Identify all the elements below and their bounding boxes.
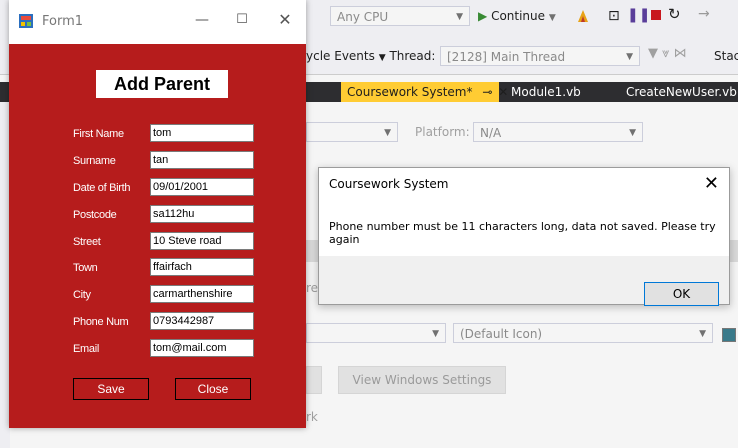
minimize-button[interactable]: — bbox=[192, 10, 212, 30]
tab-coursework-system[interactable]: Coursework System* ⊸ ✕ bbox=[341, 82, 508, 102]
chevron-down-icon: ▼ bbox=[626, 52, 633, 62]
street-label: Street bbox=[73, 236, 101, 248]
icon-combo[interactable]: (Default Icon) ▼ bbox=[453, 323, 713, 343]
maximize-button[interactable]: ☐ bbox=[232, 10, 252, 30]
chevron-down-icon: ▼ bbox=[384, 128, 391, 138]
page-title: Add Parent bbox=[96, 70, 228, 98]
town-label: Town bbox=[73, 262, 98, 274]
postcode-label: Postcode bbox=[73, 209, 117, 221]
pause-icon[interactable]: ❚❚ bbox=[627, 7, 650, 23]
chevron-down-icon: ▼ bbox=[456, 12, 463, 22]
continue-label: Continue bbox=[491, 9, 546, 23]
phone-number-field[interactable]: 0793442987 bbox=[150, 312, 254, 330]
postcode-field[interactable]: sa112hu bbox=[150, 205, 254, 223]
chevron-down-icon: ▼ bbox=[629, 128, 636, 138]
tab-module1[interactable]: Module1.vb bbox=[505, 82, 605, 102]
cpu-combo-value: Any CPU bbox=[337, 10, 389, 24]
chevron-down-icon: ▼ bbox=[699, 329, 706, 339]
solution-platform-combo[interactable]: Any CPU ▼ bbox=[330, 6, 470, 26]
first-name-field[interactable]: tom bbox=[150, 124, 254, 142]
view-windows-settings-button[interactable]: View Windows Settings bbox=[338, 366, 506, 394]
chevron-down-icon: ▼ bbox=[378, 53, 386, 63]
icon-combo-value: (Default Icon) bbox=[460, 327, 543, 341]
tab-createnewuser[interactable]: CreateNewUser.vb [D bbox=[620, 82, 738, 102]
chevron-down-icon: ▼ bbox=[432, 329, 439, 339]
platform-label: Platform: bbox=[415, 125, 470, 139]
close-window-button[interactable]: ✕ bbox=[275, 10, 295, 30]
first-name-label: First Name bbox=[73, 128, 124, 140]
street-field[interactable]: 10 Steve road bbox=[150, 232, 254, 250]
restart-icon[interactable]: ↻ bbox=[668, 5, 681, 23]
form1-window: Form1 — ☐ ✕ Add Parent First Name tom Su… bbox=[9, 0, 306, 428]
lifecycle-label: ycle Events bbox=[306, 49, 375, 63]
message-box-title: Coursework System bbox=[329, 177, 449, 191]
message-box-dialog: Coursework System ✕ Phone number must be… bbox=[318, 167, 730, 306]
app-icon-preview bbox=[722, 328, 736, 342]
form1-title: Form1 bbox=[42, 14, 84, 29]
close-button[interactable]: Close bbox=[175, 378, 251, 400]
step-arrow-icon[interactable]: → bbox=[698, 6, 710, 22]
message-text: Phone number must be 11 characters long,… bbox=[329, 220, 716, 246]
tab-label: Coursework System* bbox=[347, 85, 473, 99]
thread-label: Thread: bbox=[389, 49, 436, 63]
close-icon[interactable]: ✕ bbox=[704, 173, 719, 194]
chevron-down-icon: ▼ bbox=[548, 13, 556, 23]
city-label: City bbox=[73, 289, 91, 301]
stack-frame-label: Stac bbox=[714, 49, 738, 63]
play-icon: ▶ bbox=[478, 9, 488, 23]
partial-label-rk: rk bbox=[306, 410, 318, 424]
surname-label: Surname bbox=[73, 155, 116, 167]
date-of-birth-field[interactable]: 09/01/2001 bbox=[150, 178, 254, 196]
city-field[interactable]: carmarthenshire bbox=[150, 285, 254, 303]
configuration-combo[interactable]: ▼ bbox=[306, 122, 398, 142]
lifecycle-events-dropdown[interactable]: ycle Events ▼ Thread: bbox=[306, 49, 435, 63]
message-box-body: Phone number must be 11 characters long,… bbox=[319, 200, 729, 256]
email-label: Email bbox=[73, 343, 100, 355]
pin-icon[interactable]: ⊸ bbox=[482, 85, 492, 99]
thread-combo-value: [2128] Main Thread bbox=[447, 50, 566, 64]
surname-field[interactable]: tan bbox=[150, 151, 254, 169]
ok-button[interactable]: OK bbox=[644, 282, 719, 306]
form1-titlebar[interactable]: Form1 — ☐ ✕ bbox=[9, 0, 306, 44]
town-field[interactable]: ffairfach bbox=[150, 258, 254, 276]
platform-combo[interactable]: N/A ▼ bbox=[473, 122, 643, 142]
partial-button[interactable] bbox=[306, 366, 322, 394]
screenshot-icon[interactable]: ⊡ bbox=[608, 8, 620, 24]
thread-combo[interactable]: [2128] Main Thread ▼ bbox=[440, 46, 640, 66]
startup-form-combo[interactable]: ▼ bbox=[306, 323, 446, 343]
tab-label: CreateNewUser.vb [D bbox=[626, 85, 738, 99]
stop-icon[interactable] bbox=[651, 10, 661, 20]
flame-icon bbox=[578, 10, 588, 22]
partial-label-re: re bbox=[306, 281, 319, 295]
filter-icon[interactable]: ▼ ⩔ ⋈ bbox=[648, 46, 687, 61]
date-of-birth-label: Date of Birth bbox=[73, 182, 131, 194]
continue-button[interactable]: ▶ Continue ▼ bbox=[478, 9, 556, 23]
platform-combo-value: N/A bbox=[480, 126, 502, 140]
form-icon bbox=[19, 14, 33, 28]
email-field[interactable]: tom@mail.com bbox=[150, 339, 254, 357]
tab-label: Module1.vb bbox=[511, 85, 581, 99]
message-box-titlebar[interactable]: Coursework System ✕ bbox=[319, 168, 729, 200]
hot-reload-icon[interactable] bbox=[575, 8, 591, 24]
phone-number-label: Phone Num bbox=[73, 316, 129, 328]
save-button[interactable]: Save bbox=[73, 378, 149, 400]
